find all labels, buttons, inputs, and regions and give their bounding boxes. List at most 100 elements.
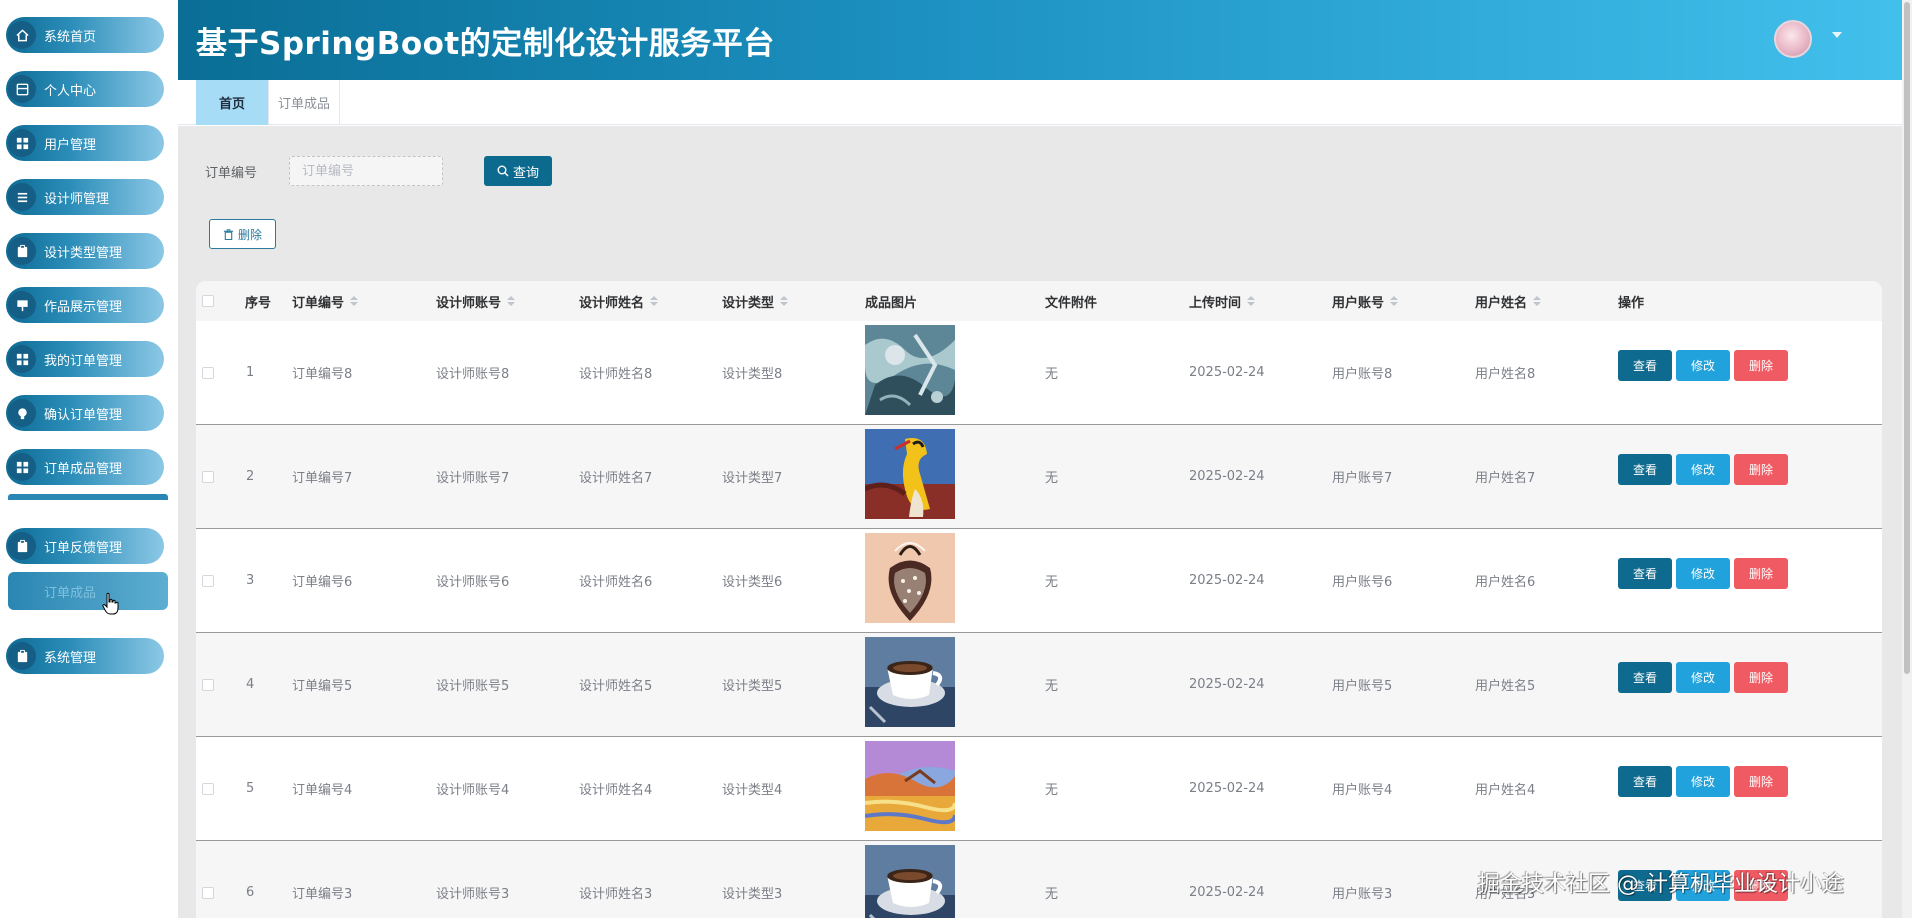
cell-upload-time: 2025-02-24 bbox=[1189, 885, 1265, 900]
page-scrollbar[interactable] bbox=[1902, 0, 1912, 918]
cell-designer-account: 设计师账号3 bbox=[436, 887, 510, 902]
cell-order-no: 订单编号7 bbox=[292, 471, 353, 486]
cell-design-type: 设计类型3 bbox=[722, 887, 783, 902]
delete-button[interactable]: 删除 bbox=[1734, 558, 1788, 589]
cell-user-account: 用户账号7 bbox=[1332, 471, 1393, 486]
row-checkbox[interactable] bbox=[202, 471, 214, 483]
header-user-account[interactable]: 用户账号 bbox=[1332, 281, 1399, 321]
cell-user-name: 用户姓名7 bbox=[1475, 471, 1536, 486]
user-avatar[interactable] bbox=[1774, 20, 1812, 58]
order-no-search-input[interactable] bbox=[289, 156, 443, 186]
delete-button[interactable]: 删除 bbox=[1734, 766, 1788, 797]
view-button[interactable]: 查看 bbox=[1618, 662, 1672, 693]
view-button[interactable]: 查看 bbox=[1618, 454, 1672, 485]
sidebar-item-feedback[interactable]: 订单反馈管理 bbox=[6, 528, 164, 564]
batch-delete-label: 删除 bbox=[237, 227, 262, 242]
cell-user-account: 用户账号3 bbox=[1332, 887, 1393, 902]
sidebar-item-home[interactable]: 系统首页 bbox=[6, 17, 164, 53]
select-all-checkbox[interactable] bbox=[202, 295, 214, 307]
table-header: 序号 订单编号 设计师账号 设计师姓名 设计类型 成品图片 文件附件 上传时间 … bbox=[196, 281, 1882, 321]
table-row: 5 订单编号4 设计师账号4 设计师姓名4 设计类型4 无 2025-02-24… bbox=[196, 737, 1882, 841]
query-button[interactable]: 查询 bbox=[484, 156, 552, 186]
row-checkbox[interactable] bbox=[202, 367, 214, 379]
sidebar-item-my-orders[interactable]: 我的订单管理 bbox=[6, 341, 164, 377]
products-table: 序号 订单编号 设计师账号 设计师姓名 设计类型 成品图片 文件附件 上传时间 … bbox=[196, 281, 1882, 918]
grid-icon bbox=[8, 453, 36, 481]
tabs-bar: 首页 订单成品 bbox=[178, 80, 1902, 125]
sidebar-item-label: 我的订单管理 bbox=[44, 353, 123, 369]
tab-home[interactable]: 首页 bbox=[196, 80, 268, 125]
sidebar-subitem-products-active[interactable]: 订单成品 bbox=[8, 572, 168, 610]
cell-upload-time: 2025-02-24 bbox=[1189, 469, 1265, 484]
sort-icon bbox=[1533, 295, 1542, 307]
cell-order-no: 订单编号8 bbox=[292, 367, 353, 382]
sidebar-item-users[interactable]: 用户管理 bbox=[6, 125, 164, 161]
view-button[interactable]: 查看 bbox=[1618, 350, 1672, 381]
delete-button[interactable]: 删除 bbox=[1734, 662, 1788, 693]
cell-designer-name: 设计师姓名3 bbox=[579, 887, 653, 902]
product-image-thumbnail[interactable] bbox=[865, 429, 955, 519]
sort-icon bbox=[1247, 295, 1256, 307]
home-icon bbox=[8, 21, 36, 49]
cell-user-name: 用户姓名4 bbox=[1475, 783, 1536, 798]
scrollbar-thumb[interactable] bbox=[1904, 2, 1910, 674]
sidebar-item-label: 个人中心 bbox=[44, 83, 97, 99]
cell-index: 5 bbox=[246, 781, 255, 796]
row-checkbox[interactable] bbox=[202, 679, 214, 691]
sidebar-item-works[interactable]: 作品展示管理 bbox=[6, 287, 164, 323]
table-row: 3 订单编号6 设计师账号6 设计师姓名6 设计类型6 无 2025-02-24… bbox=[196, 529, 1882, 633]
sidebar-item-system[interactable]: 系统管理 bbox=[6, 638, 164, 674]
list-icon bbox=[8, 183, 36, 211]
order-no-label: 订单编号 bbox=[205, 166, 258, 181]
grid-icon bbox=[8, 129, 36, 157]
trash-icon bbox=[223, 228, 234, 240]
header-product-image: 成品图片 bbox=[865, 295, 918, 311]
edit-button[interactable]: 修改 bbox=[1676, 558, 1730, 589]
cell-user-account: 用户账号5 bbox=[1332, 679, 1393, 694]
product-image-thumbnail[interactable] bbox=[865, 533, 955, 623]
sort-icon bbox=[507, 295, 516, 307]
edit-button[interactable]: 修改 bbox=[1676, 662, 1730, 693]
row-checkbox[interactable] bbox=[202, 783, 214, 795]
header-design-type[interactable]: 设计类型 bbox=[722, 281, 789, 321]
bulb-icon bbox=[8, 399, 36, 427]
header-designer-account[interactable]: 设计师账号 bbox=[436, 281, 516, 321]
cell-upload-time: 2025-02-24 bbox=[1189, 573, 1265, 588]
header-order-no[interactable]: 订单编号 bbox=[292, 281, 359, 321]
header-upload-time[interactable]: 上传时间 bbox=[1189, 281, 1256, 321]
header-user-name[interactable]: 用户姓名 bbox=[1475, 281, 1542, 321]
cell-index: 3 bbox=[246, 573, 255, 588]
cell-order-no: 订单编号5 bbox=[292, 679, 353, 694]
product-image-thumbnail[interactable] bbox=[865, 741, 955, 831]
table-row: 2 订单编号7 设计师账号7 设计师姓名7 设计类型7 无 2025-02-24… bbox=[196, 425, 1882, 529]
edit-button[interactable]: 修改 bbox=[1676, 766, 1730, 797]
sidebar-item-confirm-orders[interactable]: 确认订单管理 bbox=[6, 395, 164, 431]
row-checkbox[interactable] bbox=[202, 887, 214, 899]
cell-order-no: 订单编号3 bbox=[292, 887, 353, 902]
row-checkbox[interactable] bbox=[202, 575, 214, 587]
header-designer-name[interactable]: 设计师姓名 bbox=[579, 281, 659, 321]
cell-design-type: 设计类型8 bbox=[722, 367, 783, 382]
submenu-top-edge bbox=[8, 494, 168, 500]
product-image-thumbnail[interactable] bbox=[865, 325, 955, 415]
delete-button[interactable]: 删除 bbox=[1734, 454, 1788, 485]
batch-delete-button[interactable]: 删除 bbox=[209, 219, 276, 249]
sort-icon bbox=[650, 295, 659, 307]
edit-button[interactable]: 修改 bbox=[1676, 454, 1730, 485]
edit-button[interactable]: 修改 bbox=[1676, 350, 1730, 381]
cell-index: 4 bbox=[246, 677, 255, 692]
product-image-thumbnail[interactable] bbox=[865, 845, 955, 918]
sidebar-item-profile[interactable]: 个人中心 bbox=[6, 71, 164, 107]
sidebar-item-label: 订单反馈管理 bbox=[44, 540, 123, 556]
tab-order-products[interactable]: 订单成品 bbox=[268, 80, 340, 125]
chevron-down-icon[interactable] bbox=[1832, 32, 1842, 38]
cell-designer-name: 设计师姓名8 bbox=[579, 367, 653, 382]
product-image-thumbnail[interactable] bbox=[865, 637, 955, 727]
view-button[interactable]: 查看 bbox=[1618, 766, 1672, 797]
sidebar-item-products[interactable]: 订单成品管理 bbox=[6, 449, 164, 485]
cell-index: 6 bbox=[246, 885, 255, 900]
delete-button[interactable]: 删除 bbox=[1734, 350, 1788, 381]
view-button[interactable]: 查看 bbox=[1618, 558, 1672, 589]
sidebar-item-design-types[interactable]: 设计类型管理 bbox=[6, 233, 164, 269]
sidebar-item-designers[interactable]: 设计师管理 bbox=[6, 179, 164, 215]
